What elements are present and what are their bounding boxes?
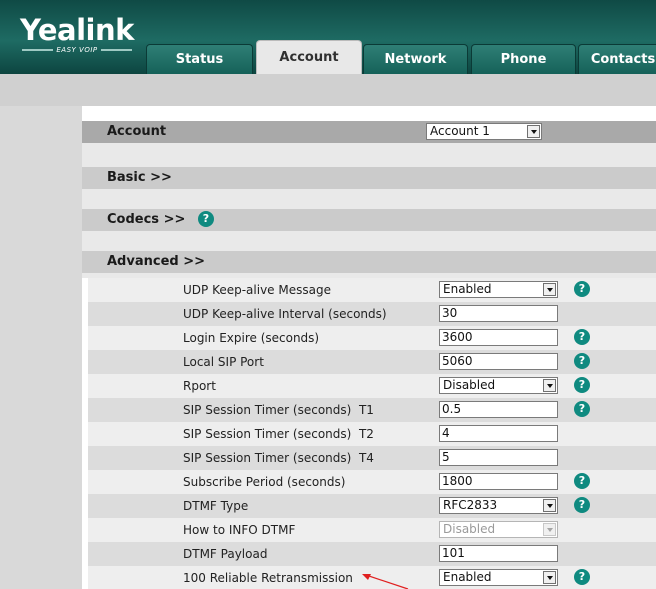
help-icon[interactable]: ? bbox=[574, 569, 590, 585]
select-value: RFC2833 bbox=[443, 498, 498, 512]
row-label: DTMF Payload bbox=[183, 547, 268, 561]
sip-session-timer-t2-input[interactable]: 4 bbox=[439, 425, 558, 442]
tab-status[interactable]: Status bbox=[146, 44, 253, 74]
dtmf-payload-input[interactable]: 101 bbox=[439, 545, 558, 562]
local-sip-port-input[interactable]: 5060 bbox=[439, 353, 558, 370]
login-expire-input[interactable]: 3600 bbox=[439, 329, 558, 346]
how-to-info-dtmf-select: Disabled bbox=[439, 521, 558, 538]
row-label: SIP Session Timer (seconds) T1 bbox=[183, 403, 374, 417]
codecs-section-header[interactable]: Codecs >> bbox=[82, 209, 656, 231]
row-label: DTMF Type bbox=[183, 499, 249, 513]
row-sip-session-timer-t2: SIP Session Timer (seconds) T2 4 bbox=[88, 422, 656, 446]
tab-phone[interactable]: Phone bbox=[471, 44, 576, 74]
help-icon[interactable]: ? bbox=[574, 329, 590, 345]
row-udp-keepalive-interval: UDP Keep-alive Interval (seconds) 30 bbox=[88, 302, 656, 326]
advanced-section-label: Advanced >> bbox=[107, 254, 206, 269]
sip-session-timer-t4-input[interactable]: 5 bbox=[439, 449, 558, 466]
help-icon[interactable]: ? bbox=[574, 401, 590, 417]
help-icon[interactable]: ? bbox=[574, 377, 590, 393]
help-icon[interactable]: ? bbox=[574, 281, 590, 297]
row-how-to-info-dtmf: How to INFO DTMF Disabled bbox=[88, 518, 656, 542]
row-label: SIP Session Timer (seconds) T2 bbox=[183, 427, 374, 441]
row-rport: Rport Disabled ? bbox=[88, 374, 656, 398]
row-label: Rport bbox=[183, 379, 216, 393]
advanced-section-header[interactable]: Advanced >> bbox=[82, 251, 656, 273]
subscribe-period-input[interactable]: 1800 bbox=[439, 473, 558, 490]
left-sidebar bbox=[0, 106, 82, 589]
row-label: SIP Session Timer (seconds) T4 bbox=[183, 451, 374, 465]
row-udp-keepalive-message: UDP Keep-alive Message Enabled ? bbox=[88, 278, 656, 302]
row-dtmf-payload: DTMF Payload 101 bbox=[88, 542, 656, 566]
help-icon[interactable]: ? bbox=[574, 497, 590, 513]
chevron-down-icon bbox=[543, 379, 556, 392]
udp-keepalive-interval-input[interactable]: 30 bbox=[439, 305, 558, 322]
row-label: Local SIP Port bbox=[183, 355, 264, 369]
select-value: Enabled bbox=[443, 282, 492, 296]
row-label: How to INFO DTMF bbox=[183, 523, 296, 537]
row-local-sip-port: Local SIP Port 5060 ? bbox=[88, 350, 656, 374]
row-label: Subscribe Period (seconds) bbox=[183, 475, 346, 489]
logo-tagline: EASY VOIP bbox=[22, 46, 132, 54]
sip-session-timer-t1-input[interactable]: 0.5 bbox=[439, 401, 558, 418]
chevron-down-icon bbox=[543, 571, 556, 584]
account-select[interactable]: Account 1 bbox=[426, 123, 542, 140]
rport-select[interactable]: Disabled bbox=[439, 377, 558, 394]
account-title: Account bbox=[107, 124, 167, 139]
row-label: 100 Reliable Retransmission bbox=[183, 571, 353, 585]
row-label: Login Expire (seconds) bbox=[183, 331, 320, 345]
yealink-logo: Yealink bbox=[20, 13, 134, 47]
row-label: UDP Keep-alive Message bbox=[183, 283, 331, 297]
spacer bbox=[82, 143, 656, 167]
dtmf-type-select[interactable]: RFC2833 bbox=[439, 497, 558, 514]
tab-account[interactable]: Account bbox=[256, 40, 362, 74]
row-sip-session-timer-t4: SIP Session Timer (seconds) T4 5 bbox=[88, 446, 656, 470]
chevron-down-icon bbox=[543, 283, 556, 296]
spacer bbox=[82, 231, 656, 251]
help-icon[interactable]: ? bbox=[574, 353, 590, 369]
chevron-down-icon bbox=[527, 125, 540, 138]
row-dtmf-type: DTMF Type RFC2833 ? bbox=[88, 494, 656, 518]
tab-contacts[interactable]: Contacts bbox=[578, 44, 656, 74]
codecs-section-label: Codecs >> bbox=[107, 212, 186, 227]
row-sip-session-timer-t1: SIP Session Timer (seconds) T1 0.5 ? bbox=[88, 398, 656, 422]
account-select-value: Account 1 bbox=[430, 124, 490, 138]
chevron-down-icon bbox=[543, 499, 556, 512]
basic-section-label: Basic >> bbox=[107, 170, 172, 185]
tab-network[interactable]: Network bbox=[363, 44, 468, 74]
spacer bbox=[82, 189, 656, 209]
help-icon[interactable]: ? bbox=[198, 211, 214, 227]
select-value: Enabled bbox=[443, 570, 492, 584]
row-subscribe-period: Subscribe Period (seconds) 1800 ? bbox=[88, 470, 656, 494]
annotation-arrow-icon bbox=[362, 574, 409, 589]
100-reliable-retransmission-select[interactable]: Enabled bbox=[439, 569, 558, 586]
udp-keepalive-message-select[interactable]: Enabled bbox=[439, 281, 558, 298]
content-top-gap bbox=[82, 106, 656, 121]
select-value: Disabled bbox=[443, 378, 496, 392]
top-header: Yealink EASY VOIP Status Account Network… bbox=[0, 0, 656, 74]
basic-section-header[interactable]: Basic >> bbox=[82, 167, 656, 189]
chevron-down-icon bbox=[543, 523, 556, 536]
select-value: Disabled bbox=[443, 522, 496, 536]
row-login-expire: Login Expire (seconds) 3600 ? bbox=[88, 326, 656, 350]
toolbar-band bbox=[0, 74, 656, 106]
account-header: Account bbox=[82, 121, 656, 143]
help-icon[interactable]: ? bbox=[574, 473, 590, 489]
row-label: UDP Keep-alive Interval (seconds) bbox=[183, 307, 387, 321]
